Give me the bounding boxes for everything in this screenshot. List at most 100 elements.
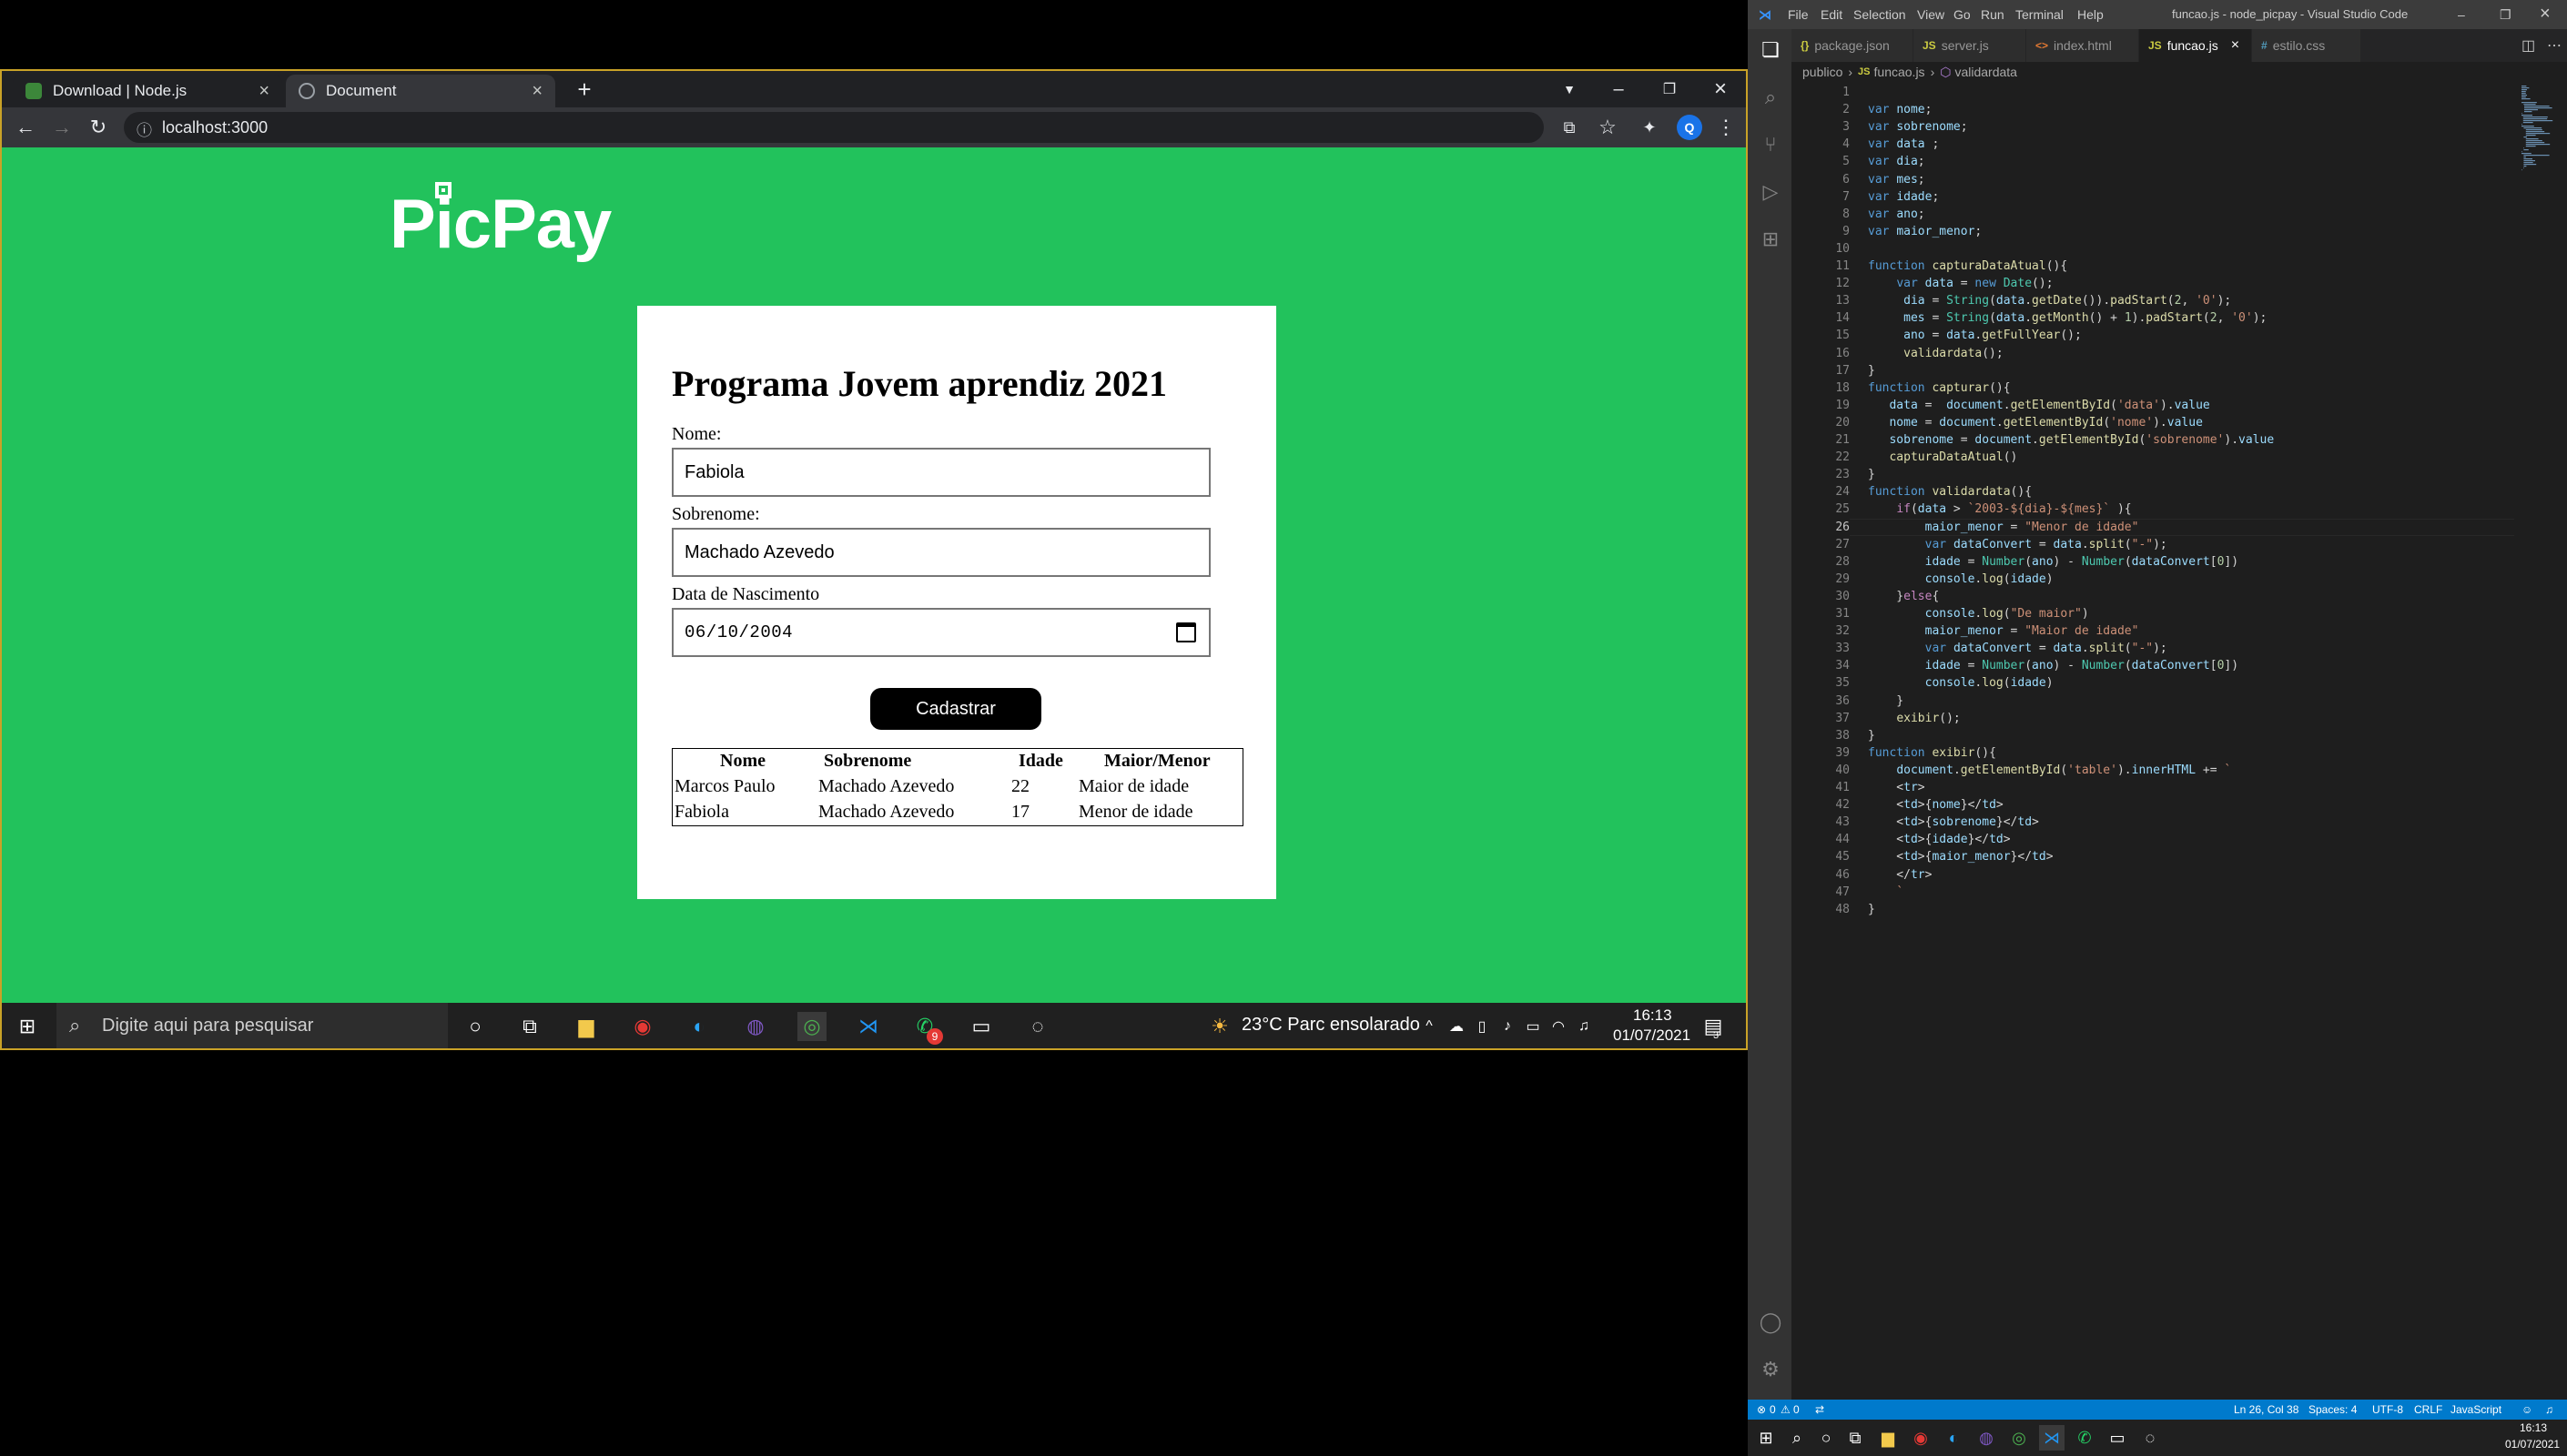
- close-window-icon[interactable]: ×: [2540, 4, 2551, 25]
- menu-view[interactable]: View: [1917, 7, 1944, 22]
- minimize-icon[interactable]: –: [1597, 73, 1640, 106]
- clock-date[interactable]: 01/07/2021: [2505, 1438, 2560, 1451]
- volume-icon[interactable]: ♫: [1569, 1012, 1598, 1041]
- code-line[interactable]: }: [1868, 468, 1875, 481]
- extensions-icon[interactable]: ⊞: [1759, 228, 1782, 251]
- search-icon[interactable]: ⌕: [1759, 86, 1782, 109]
- code-line[interactable]: <td>{maior_menor}</td>: [1868, 850, 2053, 864]
- close-tab-icon[interactable]: ×: [259, 81, 269, 102]
- task-view-icon[interactable]: ⧉: [515, 1012, 544, 1041]
- code-line[interactable]: function capturaDataAtual(){: [1868, 259, 2067, 273]
- tab-server-js[interactable]: JS server.js: [1913, 29, 2026, 62]
- menu-file[interactable]: File: [1788, 7, 1809, 22]
- code-line[interactable]: }: [1868, 364, 1875, 378]
- chrome-icon[interactable]: ◎: [2006, 1425, 2032, 1451]
- code-line[interactable]: var sobrenome;: [1868, 120, 1968, 134]
- code-line[interactable]: <td>{sobrenome}</td>: [1868, 815, 2039, 829]
- vscode-icon[interactable]: ⋊: [854, 1012, 883, 1041]
- app-red-icon[interactable]: ◉: [1908, 1425, 1933, 1451]
- file-explorer-icon[interactable]: ▆: [572, 1012, 601, 1041]
- code-line[interactable]: idade = Number(ano) - Number(dataConvert…: [1868, 555, 2238, 569]
- weather-text[interactable]: 23°C Parc ensolarado: [1242, 1015, 1420, 1036]
- app-circle-icon[interactable]: ◌: [1023, 1012, 1052, 1041]
- code-line[interactable]: nome = document.getElementById('nome').v…: [1868, 416, 2202, 430]
- menu-edit[interactable]: Edit: [1821, 7, 1842, 22]
- code-line[interactable]: </tr>: [1868, 868, 1932, 882]
- code-line[interactable]: var ano;: [1868, 207, 1925, 221]
- restore-icon[interactable]: ❐: [1648, 73, 1691, 106]
- cortana-circle-icon[interactable]: ○: [461, 1012, 490, 1041]
- menu-terminal[interactable]: Terminal: [2015, 7, 2064, 22]
- code-line[interactable]: console.log(idade): [1868, 676, 2054, 690]
- profile-avatar[interactable]: Q: [1677, 115, 1702, 140]
- menu-go[interactable]: Go: [1953, 7, 1971, 22]
- code-line[interactable]: var maior_menor;: [1868, 225, 1982, 238]
- back-icon[interactable]: ←: [11, 113, 40, 142]
- code-line[interactable]: var dataConvert = data.split("-");: [1868, 642, 2167, 655]
- code-line[interactable]: console.log(idade): [1868, 572, 2054, 586]
- terminal-window-icon[interactable]: ▭: [967, 1012, 996, 1041]
- terminal-window-icon[interactable]: ▭: [2105, 1425, 2130, 1451]
- code-line[interactable]: var mes;: [1868, 173, 1925, 187]
- code-line[interactable]: data = document.getElementById('data').v…: [1868, 399, 2209, 412]
- close-tab-icon[interactable]: ×: [2231, 37, 2239, 54]
- code-line[interactable]: exibir();: [1868, 712, 1960, 725]
- feedback-icon[interactable]: ☺: [2521, 1403, 2532, 1416]
- menu-kebab-icon[interactable]: ⋮: [1713, 115, 1739, 140]
- cursor-position[interactable]: Ln 26, Col 38: [2234, 1403, 2298, 1416]
- code-line[interactable]: function validardata(){: [1868, 485, 2032, 499]
- calendar-icon[interactable]: [1176, 622, 1196, 642]
- nascimento-date-input[interactable]: 06/10/2004: [672, 608, 1211, 657]
- code-line[interactable]: capturaDataAtual(): [1868, 450, 2017, 464]
- app-red-icon[interactable]: ◉: [628, 1012, 657, 1041]
- minimize-icon[interactable]: –: [2458, 7, 2465, 22]
- indentation[interactable]: Spaces: 4: [2308, 1403, 2357, 1416]
- code-line[interactable]: }else{: [1868, 590, 1939, 603]
- tab-package-json[interactable]: {} package.json: [1791, 29, 1913, 62]
- source-control-icon[interactable]: ⑂: [1759, 133, 1782, 157]
- forward-icon[interactable]: →: [47, 113, 76, 142]
- weather-sun-icon[interactable]: ☀: [1205, 1012, 1234, 1041]
- breadcrumb-folder[interactable]: publico: [1802, 65, 1842, 79]
- code-line[interactable]: dia = String(data.getDate()).padStart(2,…: [1868, 294, 2231, 308]
- error-count[interactable]: 0: [1770, 1403, 1776, 1416]
- windows-start-icon[interactable]: ⊞: [1753, 1425, 1779, 1451]
- menu-help[interactable]: Help: [2077, 7, 2104, 22]
- code-line[interactable]: <td>{nome}</td>: [1868, 798, 2003, 812]
- windows-start-icon[interactable]: ⊞: [13, 1012, 42, 1041]
- code-line[interactable]: maior_menor = "Menor de idade": [1868, 521, 2139, 534]
- tab-funcao-js[interactable]: JS funcao.js ×: [2139, 29, 2252, 62]
- edge-icon[interactable]: ◐: [1941, 1425, 1966, 1451]
- run-debug-icon[interactable]: ▷: [1759, 180, 1782, 204]
- clock-date[interactable]: 01/07/2021: [1613, 1026, 1690, 1045]
- tab-search-icon[interactable]: ▼: [1547, 73, 1591, 106]
- tab-download-nodejs[interactable]: Download | Node.js ×: [13, 75, 282, 107]
- translate-icon[interactable]: ⧉: [1557, 115, 1582, 140]
- notifications-bell-icon[interactable]: ♫: [2545, 1403, 2553, 1416]
- code-line[interactable]: `: [1868, 885, 1903, 899]
- tab-document[interactable]: Document ×: [286, 75, 555, 107]
- clock-time[interactable]: 16:13: [1633, 1006, 1672, 1025]
- explorer-files-icon[interactable]: ❏: [1759, 38, 1782, 62]
- discord-icon[interactable]: ◍: [1973, 1425, 1999, 1451]
- code-line[interactable]: maior_menor = "Maior de idade": [1868, 624, 2139, 638]
- restore-icon[interactable]: ❐: [2500, 7, 2511, 23]
- code-line[interactable]: validardata();: [1868, 347, 2004, 360]
- split-editor-icon[interactable]: ◫: [2521, 36, 2535, 55]
- breadcrumb-symbol[interactable]: validardata: [1954, 65, 2017, 79]
- code-line[interactable]: var dia;: [1868, 155, 1925, 168]
- code-line[interactable]: if(data > `2003-${dia}-${mes}` ){: [1868, 502, 2131, 516]
- close-tab-icon[interactable]: ×: [532, 81, 543, 102]
- code-line[interactable]: <td>{idade}</td>: [1868, 833, 2010, 846]
- nome-input[interactable]: Fabiola: [672, 448, 1211, 497]
- code-line[interactable]: mes = String(data.getMonth() + 1).padSta…: [1868, 311, 2267, 325]
- code-line[interactable]: idade = Number(ano) - Number(dataConvert…: [1868, 659, 2238, 672]
- error-icon[interactable]: ⊗: [1757, 1403, 1766, 1416]
- settings-gear-icon[interactable]: ⚙: [1759, 1358, 1782, 1381]
- code-line[interactable]: function capturar(){: [1868, 381, 2011, 395]
- close-window-icon[interactable]: ×: [1699, 73, 1742, 106]
- language-mode[interactable]: JavaScript: [2450, 1403, 2501, 1416]
- code-line[interactable]: ano = data.getFullYear();: [1868, 329, 2082, 342]
- warning-icon[interactable]: ⚠: [1781, 1403, 1791, 1416]
- chrome-icon[interactable]: ◎: [797, 1012, 827, 1041]
